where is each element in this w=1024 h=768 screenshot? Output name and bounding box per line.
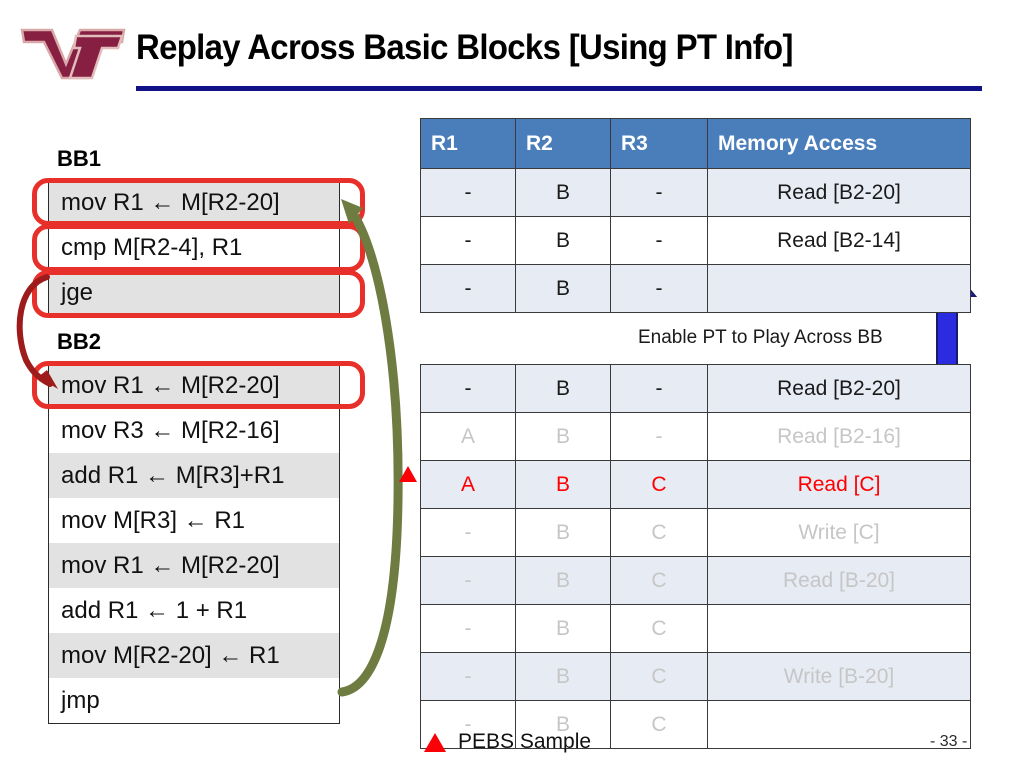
table-header-row: R1 R2 R3 Memory Access <box>420 118 971 169</box>
cell-memory-access: Write [C] <box>707 508 971 557</box>
cell-r1: - <box>420 168 516 217</box>
table-row[interactable]: - B - Read [B2-14] <box>420 216 971 265</box>
table-row[interactable]: - B C <box>420 604 971 653</box>
table-row-pebs-sample[interactable]: A B C Read [C] <box>420 460 971 509</box>
cell-memory-access: Read [B2-14] <box>707 216 971 265</box>
pt-trace-table-bottom: - B - Read [B2-20] A B - Read [B2-16] A … <box>420 364 971 749</box>
cell-r2: B <box>515 556 611 605</box>
page-number: - 33 - <box>930 733 968 750</box>
legend: PEBS Sample <box>424 730 591 754</box>
cell-memory-access: Read [B-20] <box>707 556 971 605</box>
replay-loop-arrow <box>337 199 403 697</box>
cell-r3: - <box>610 412 708 461</box>
cell-r2: B <box>515 460 611 509</box>
cell-r3: C <box>610 460 708 509</box>
page-title: Replay Across Basic Blocks [Using PT Inf… <box>136 28 793 67</box>
table-row[interactable]: - B - Read [B2-20] <box>420 168 971 217</box>
instruction-row[interactable]: mov R1 ← M[R2-20] <box>49 363 339 408</box>
cell-r3: C <box>610 700 708 749</box>
pebs-sample-marker-icon <box>399 466 417 482</box>
cell-r1: - <box>420 264 516 313</box>
instruction-row[interactable]: jge <box>49 270 339 315</box>
table-row[interactable]: - B - Read [B2-20] <box>420 364 971 413</box>
instruction-row[interactable]: cmp M[R2-4], R1 <box>49 225 339 270</box>
legend-label: PEBS Sample <box>458 730 592 753</box>
instruction-row[interactable]: mov M[R3] ← R1 <box>49 498 339 543</box>
cell-r3: - <box>610 216 708 265</box>
table-row[interactable]: - B C Read [B-20] <box>420 556 971 605</box>
title-underline-rule <box>136 86 982 91</box>
cell-r3: - <box>610 364 708 413</box>
cell-r2: B <box>515 508 611 557</box>
cell-r1: - <box>420 652 516 701</box>
column-header-memory-access: Memory Access <box>707 118 971 169</box>
column-header-r3: R3 <box>610 118 708 169</box>
cell-r2: B <box>515 604 611 653</box>
cell-r3: C <box>610 652 708 701</box>
cell-r2: B <box>515 364 611 413</box>
table-row[interactable]: - B - <box>420 264 971 313</box>
instruction-row[interactable]: mov R1 ← M[R2-20] <box>49 543 339 588</box>
enable-pt-caption: Enable PT to Play Across BB <box>638 327 883 348</box>
cell-r1: A <box>420 412 516 461</box>
cell-r3: C <box>610 508 708 557</box>
cell-r1: - <box>420 364 516 413</box>
basic-block-label-bb1: BB1 <box>57 146 102 171</box>
cell-memory-access <box>707 264 971 313</box>
instruction-row[interactable]: add R1 ← 1 + R1 <box>49 588 339 633</box>
instruction-listing-bb2: mov R1 ← M[R2-20] mov R3 ← M[R2-16] add … <box>48 362 340 724</box>
instruction-row[interactable]: mov R3 ← M[R2-16] <box>49 408 339 453</box>
instruction-listing: mov R1 ← M[R2-20] cmp M[R2-4], R1 jge <box>48 179 340 316</box>
column-header-r1: R1 <box>420 118 516 169</box>
cell-memory-access: Read [C] <box>707 460 971 509</box>
cell-memory-access: Write [B-20] <box>707 652 971 701</box>
cell-r3: C <box>610 556 708 605</box>
cell-memory-access: Read [B2-20] <box>707 364 971 413</box>
column-header-r2: R2 <box>515 118 611 169</box>
cell-memory-access: Read [B2-20] <box>707 168 971 217</box>
cell-r2: B <box>515 168 611 217</box>
virginia-tech-vt-logo <box>18 22 128 84</box>
cell-r3: - <box>610 168 708 217</box>
cell-r2: B <box>515 264 611 313</box>
pt-trace-table-top: R1 R2 R3 Memory Access - B - Read [B2-20… <box>420 118 971 313</box>
cell-r1: - <box>420 508 516 557</box>
cell-r3: - <box>610 264 708 313</box>
basic-block-label-bb2: BB2 <box>57 329 102 354</box>
cell-r2: B <box>515 216 611 265</box>
instruction-row[interactable]: jmp <box>49 678 339 723</box>
cell-r1: - <box>420 556 516 605</box>
cell-memory-access <box>707 604 971 653</box>
instruction-row[interactable]: add R1 ← M[R3]+R1 <box>49 453 339 498</box>
cell-r1: - <box>420 604 516 653</box>
cell-r2: B <box>515 412 611 461</box>
table-row[interactable]: - B C Write [B-20] <box>420 652 971 701</box>
cell-memory-access: Read [B2-16] <box>707 412 971 461</box>
cell-r1: - <box>420 216 516 265</box>
instruction-row[interactable]: mov R1 ← M[R2-20] <box>49 180 339 225</box>
instruction-row[interactable]: mov M[R2-20] ← R1 <box>49 633 339 678</box>
table-row[interactable]: A B - Read [B2-16] <box>420 412 971 461</box>
cell-r3: C <box>610 604 708 653</box>
table-row[interactable]: - B C Write [C] <box>420 508 971 557</box>
cell-r2: B <box>515 652 611 701</box>
pebs-sample-triangle-icon <box>424 732 446 752</box>
cell-r1: A <box>420 460 516 509</box>
